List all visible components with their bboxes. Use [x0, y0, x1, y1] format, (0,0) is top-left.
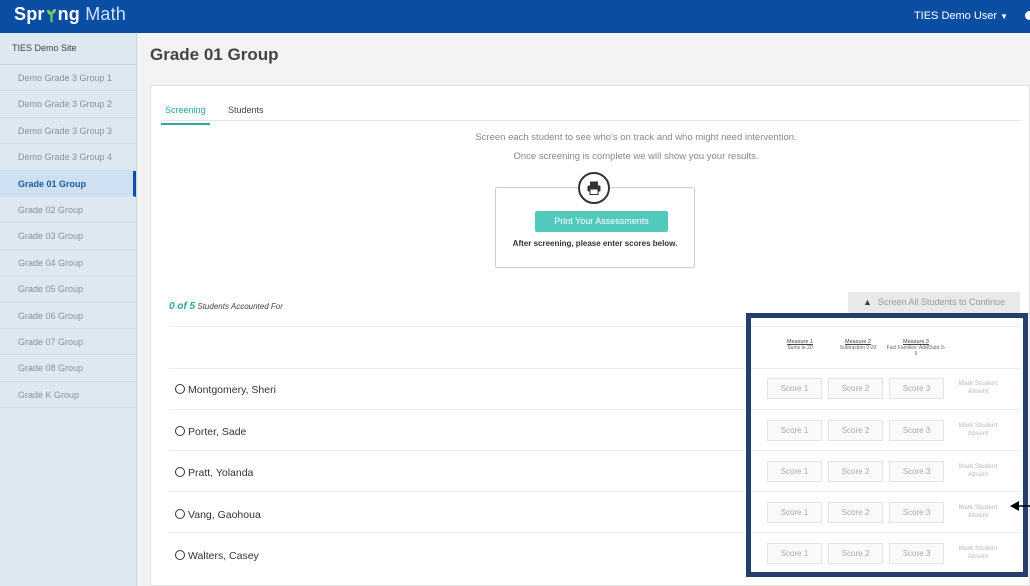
accounted-count: 0 of 5 — [169, 301, 196, 312]
status-circle-icon — [175, 509, 185, 519]
status-circle-icon — [175, 467, 185, 477]
sidebar-item-grade03-group[interactable]: Grade 03 Group — [0, 223, 136, 250]
print-note: After screening, please enter scores bel… — [512, 239, 678, 248]
tab-bar: Screening Students — [161, 100, 278, 125]
sidebar-item-grade08-group[interactable]: Grade 08 Group — [0, 355, 136, 382]
site-name: TIES Demo Site — [0, 33, 136, 65]
sidebar-item-grade06-group[interactable]: Grade 06 Group — [0, 303, 136, 329]
annotation-highlight-box — [746, 313, 1028, 577]
warning-icon: ▲ — [862, 297, 872, 307]
annotation-arrow-icon — [1010, 501, 1030, 511]
student-row-name[interactable]: Pratt, Yolanda — [175, 466, 253, 479]
print-assessments-button[interactable]: Print Your Assessments — [535, 211, 668, 232]
sidebar-item-grade05-group[interactable]: Grade 05 Group — [0, 276, 136, 303]
status-circle-icon — [175, 384, 185, 394]
sidebar: TIES Demo Site Demo Grade 3 Group 1 Demo… — [0, 33, 137, 586]
logo-text-part1: Spr — [14, 4, 45, 24]
sprout-icon — [46, 9, 56, 22]
chevron-down-icon: ▼ — [1000, 12, 1008, 21]
sidebar-item-demo-grade3-group3[interactable]: Demo Grade 3 Group 3 — [0, 118, 136, 145]
continue-button[interactable]: ▲ Screen All Students to Continue — [848, 292, 1020, 313]
top-nav-bar: Spr ng Math TIES Demo User ▼ — [0, 0, 1030, 33]
sidebar-item-grade04-group[interactable]: Grade 04 Group — [0, 250, 136, 277]
status-circle-icon — [175, 550, 185, 560]
intro-text-line2: Once screening is complete we will show … — [513, 151, 759, 162]
sidebar-item-grade01-group[interactable]: Grade 01 Group — [0, 170, 136, 197]
student-row-name[interactable]: Vang, Gaohoua — [175, 508, 261, 521]
continue-label: Screen All Students to Continue — [877, 297, 1005, 307]
status-circle-icon — [175, 426, 185, 436]
student-row-name[interactable]: Montgomery, Sheri — [175, 383, 276, 396]
page-title: Grade 01 Group — [150, 45, 279, 64]
student-row-name[interactable]: Porter, Sade — [175, 425, 246, 438]
tab-screening[interactable]: Screening — [161, 105, 210, 125]
student-name: Walters, Casey — [188, 550, 259, 562]
students-accounted-status: 0 of 5 Students Accounted For — [169, 301, 283, 312]
sidebar-item-demo-grade3-group1[interactable]: Demo Grade 3 Group 1 — [0, 65, 136, 92]
notification-dot-icon[interactable] — [1025, 11, 1030, 20]
intro-text-line1: Screen each student to see who's on trac… — [475, 132, 797, 143]
tab-divider — [161, 120, 1021, 121]
logo-text-part2: ng — [57, 4, 80, 24]
sidebar-item-grade02-group[interactable]: Grade 02 Group — [0, 197, 136, 224]
user-menu[interactable]: TIES Demo User ▼ — [914, 10, 1008, 22]
logo-text-part3: Math — [85, 4, 127, 24]
student-name: Montgomery, Sheri — [188, 384, 276, 396]
springmath-logo[interactable]: Spr ng Math — [14, 4, 126, 25]
accounted-label: Students Accounted For — [197, 302, 283, 311]
sidebar-item-gradek-group[interactable]: Grade K Group — [0, 382, 136, 409]
student-name: Vang, Gaohoua — [188, 509, 261, 521]
student-name: Porter, Sade — [188, 426, 247, 438]
printer-icon — [578, 172, 610, 204]
sidebar-item-grade07-group[interactable]: Grade 07 Group — [0, 329, 136, 356]
student-row-name[interactable]: Walters, Casey — [175, 549, 259, 562]
student-name: Pratt, Yolanda — [188, 467, 254, 479]
user-name: TIES Demo User — [913, 10, 998, 22]
sidebar-item-demo-grade3-group4[interactable]: Demo Grade 3 Group 4 — [0, 144, 136, 171]
sidebar-item-demo-grade3-group2[interactable]: Demo Grade 3 Group 2 — [0, 91, 136, 118]
